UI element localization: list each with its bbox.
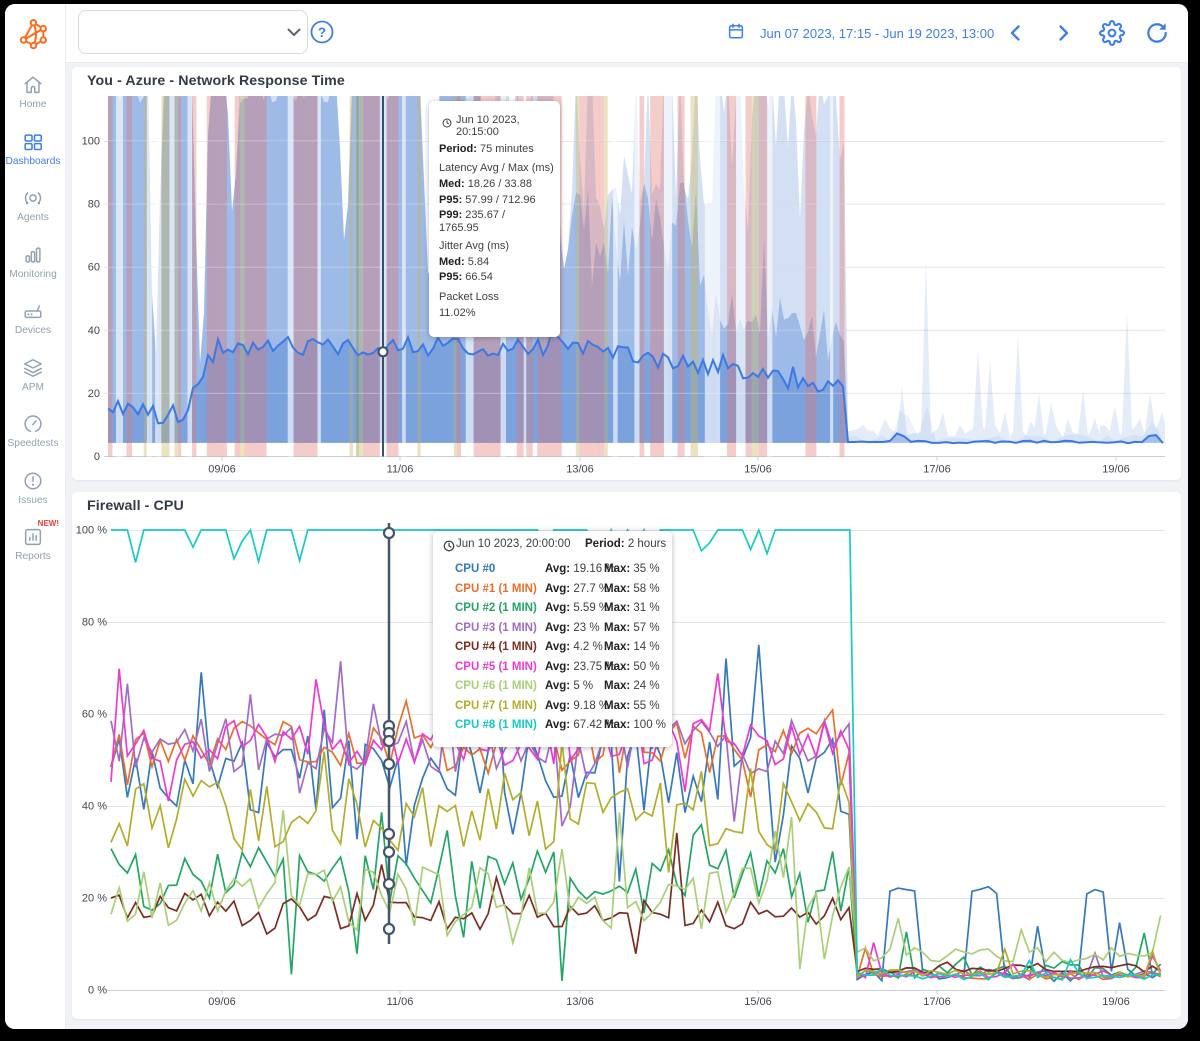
- svg-text:60 %: 60 %: [82, 709, 107, 721]
- svg-text:13/06: 13/06: [566, 996, 594, 1008]
- svg-text:100: 100: [82, 136, 100, 148]
- svg-text:19/06: 19/06: [1102, 464, 1130, 476]
- svg-text:19/06: 19/06: [1102, 996, 1130, 1008]
- svg-text:11/06: 11/06: [387, 464, 414, 476]
- svg-text:40: 40: [88, 325, 100, 337]
- svg-text:09/06: 09/06: [208, 464, 236, 476]
- svg-text:80 %: 80 %: [82, 617, 107, 629]
- svg-text:100 %: 100 %: [76, 525, 107, 537]
- svg-text:17/06: 17/06: [923, 996, 951, 1008]
- svg-text:20 %: 20 %: [82, 893, 107, 905]
- svg-text:60: 60: [88, 262, 100, 274]
- svg-text:0 %: 0 %: [88, 985, 107, 997]
- svg-text:80: 80: [88, 199, 100, 211]
- svg-text:09/06: 09/06: [208, 996, 236, 1008]
- svg-text:0: 0: [94, 451, 100, 463]
- svg-text:?: ?: [318, 25, 326, 40]
- svg-text:15/06: 15/06: [744, 996, 772, 1008]
- svg-text:15/06: 15/06: [744, 464, 772, 476]
- svg-text:17/06: 17/06: [923, 464, 951, 476]
- svg-text:11/06: 11/06: [387, 996, 414, 1008]
- svg-text:13/06: 13/06: [566, 464, 594, 476]
- svg-text:20: 20: [88, 388, 100, 400]
- svg-text:40 %: 40 %: [82, 801, 107, 813]
